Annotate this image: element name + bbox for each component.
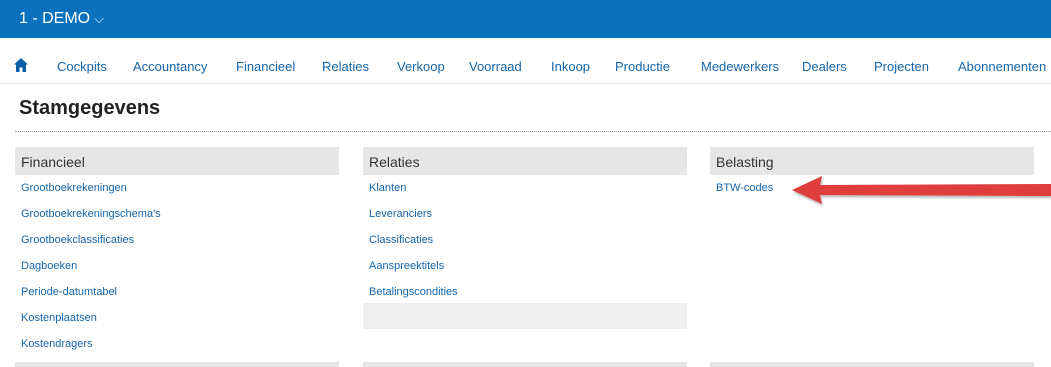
panel-footer: [363, 303, 687, 329]
link-dagboeken[interactable]: Dagboeken: [21, 260, 77, 272]
chevron-down-icon: ⌵: [94, 11, 104, 26]
panel-stub: [15, 362, 339, 367]
menu-item-cockpits[interactable]: Cockpits: [57, 59, 107, 74]
menu-item-dealers[interactable]: Dealers: [802, 59, 847, 74]
link-classificaties[interactable]: Classificaties: [369, 234, 433, 246]
link-btw-codes[interactable]: BTW-codes: [716, 182, 773, 194]
link-grootboekrekeningschemas[interactable]: Grootboekrekeningschema's: [21, 208, 161, 220]
main-menu: Cockpits Accountancy Financieel Relaties…: [0, 38, 1051, 84]
page-title: Stamgegevens: [19, 97, 161, 119]
menu-item-medewerkers[interactable]: Medewerkers: [701, 59, 779, 74]
menu-item-inkoop[interactable]: Inkoop: [551, 59, 590, 74]
panel-header-relaties: Relaties: [363, 147, 687, 175]
link-periode-datumtabel[interactable]: Periode-datumtabel: [21, 286, 117, 298]
link-klanten[interactable]: Klanten: [369, 182, 406, 194]
menu-item-financieel[interactable]: Financieel: [236, 59, 295, 74]
menu-item-abonnementen[interactable]: Abonnementen: [958, 59, 1046, 74]
top-bar: 1 - DEMO ⌵: [0, 0, 1051, 38]
menu-item-productie[interactable]: Productie: [615, 59, 670, 74]
annotation-arrow-icon: [792, 176, 1051, 204]
menu-item-projecten[interactable]: Projecten: [874, 59, 929, 74]
panel-header-financieel: Financieel: [15, 147, 339, 175]
company-label: 1 - DEMO: [19, 10, 91, 27]
link-leveranciers[interactable]: Leveranciers: [369, 208, 432, 220]
link-kostendragers[interactable]: Kostendragers: [21, 338, 93, 350]
panel-stub: [363, 362, 687, 367]
link-aanspreektitels[interactable]: Aanspreektitels: [369, 260, 444, 272]
menu-item-verkoop[interactable]: Verkoop: [397, 59, 445, 74]
panel-stub: [710, 362, 1034, 367]
link-grootboekclassificaties[interactable]: Grootboekclassificaties: [21, 234, 134, 246]
title-divider: [15, 131, 1051, 132]
link-betalingscondities[interactable]: Betalingscondities: [369, 286, 458, 298]
menu-item-relaties[interactable]: Relaties: [322, 59, 369, 74]
link-kostenplaatsen[interactable]: Kostenplaatsen: [21, 312, 97, 324]
menu-item-accountancy[interactable]: Accountancy: [133, 59, 207, 74]
home-icon[interactable]: [14, 58, 28, 72]
menu-item-voorraad[interactable]: Voorraad: [469, 59, 522, 74]
link-grootboekrekeningen[interactable]: Grootboekrekeningen: [21, 182, 127, 194]
company-selector[interactable]: 1 - DEMO ⌵: [19, 10, 104, 28]
panel-header-belasting: Belasting: [710, 147, 1034, 175]
